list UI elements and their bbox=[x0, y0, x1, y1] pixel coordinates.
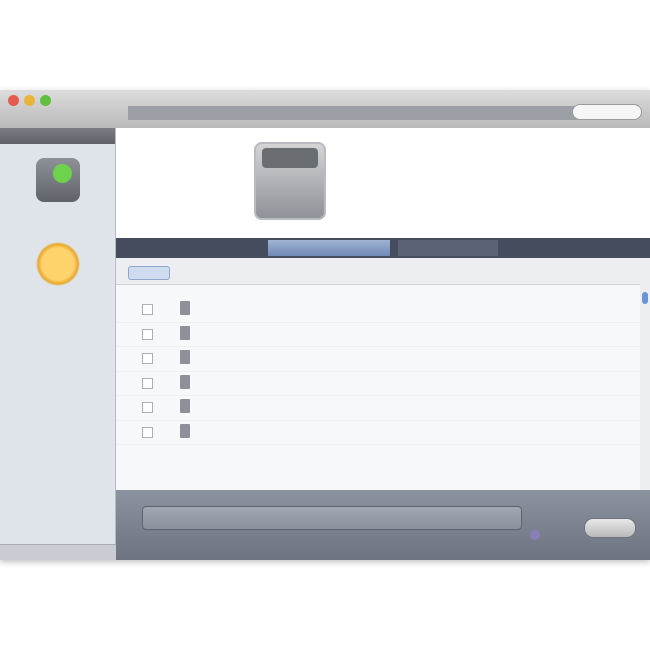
row-checkbox[interactable] bbox=[142, 304, 153, 315]
document-icon bbox=[180, 325, 190, 340]
folder-icon bbox=[36, 242, 80, 286]
toolbar-strip bbox=[128, 106, 578, 120]
list-item[interactable] bbox=[116, 421, 650, 445]
title-bar bbox=[0, 90, 650, 129]
window-controls bbox=[8, 95, 51, 106]
tab-3[interactable] bbox=[398, 240, 498, 256]
sync-button[interactable] bbox=[584, 518, 636, 538]
sidebar-status-bar bbox=[0, 544, 116, 560]
search-input[interactable] bbox=[572, 104, 642, 120]
file-list bbox=[116, 258, 650, 490]
bottom-bar bbox=[116, 490, 650, 560]
tab-4[interactable] bbox=[506, 240, 646, 256]
list-header bbox=[116, 258, 650, 285]
tab-bar bbox=[116, 238, 650, 258]
sidebar-item-device[interactable] bbox=[18, 158, 98, 206]
close-icon[interactable] bbox=[8, 95, 19, 106]
zoom-icon[interactable] bbox=[40, 95, 51, 106]
row-checkbox[interactable] bbox=[142, 377, 153, 389]
list-item[interactable] bbox=[116, 396, 650, 421]
scrollbar[interactable] bbox=[640, 284, 650, 490]
list-item[interactable] bbox=[116, 347, 650, 372]
tab-1[interactable] bbox=[122, 240, 178, 256]
sidebar-item-folder[interactable] bbox=[18, 242, 98, 290]
document-icon bbox=[180, 350, 190, 364]
app-window bbox=[0, 90, 650, 560]
list-item[interactable] bbox=[116, 298, 650, 323]
row-checkbox[interactable] bbox=[142, 353, 153, 364]
capacity-bar bbox=[142, 506, 522, 530]
document-icon bbox=[180, 301, 190, 315]
document-icon bbox=[180, 374, 190, 389]
status-icon bbox=[530, 530, 540, 540]
list-rows bbox=[116, 298, 650, 445]
main-content bbox=[116, 128, 650, 560]
document-icon bbox=[180, 399, 190, 413]
minimize-icon[interactable] bbox=[24, 95, 35, 106]
row-checkbox[interactable] bbox=[142, 328, 153, 340]
scrollbar-thumb[interactable] bbox=[642, 292, 648, 304]
row-checkbox[interactable] bbox=[142, 426, 153, 438]
drive-image bbox=[254, 142, 326, 220]
sidebar bbox=[0, 128, 116, 560]
row-checkbox[interactable] bbox=[142, 402, 153, 413]
select-all-button[interactable] bbox=[128, 266, 170, 280]
sidebar-header bbox=[0, 128, 115, 144]
document-icon bbox=[180, 423, 190, 438]
device-summary bbox=[116, 128, 650, 236]
tab-2[interactable] bbox=[268, 240, 390, 256]
device-sync-icon bbox=[36, 158, 80, 202]
list-item[interactable] bbox=[116, 372, 650, 396]
list-item[interactable] bbox=[116, 323, 650, 347]
